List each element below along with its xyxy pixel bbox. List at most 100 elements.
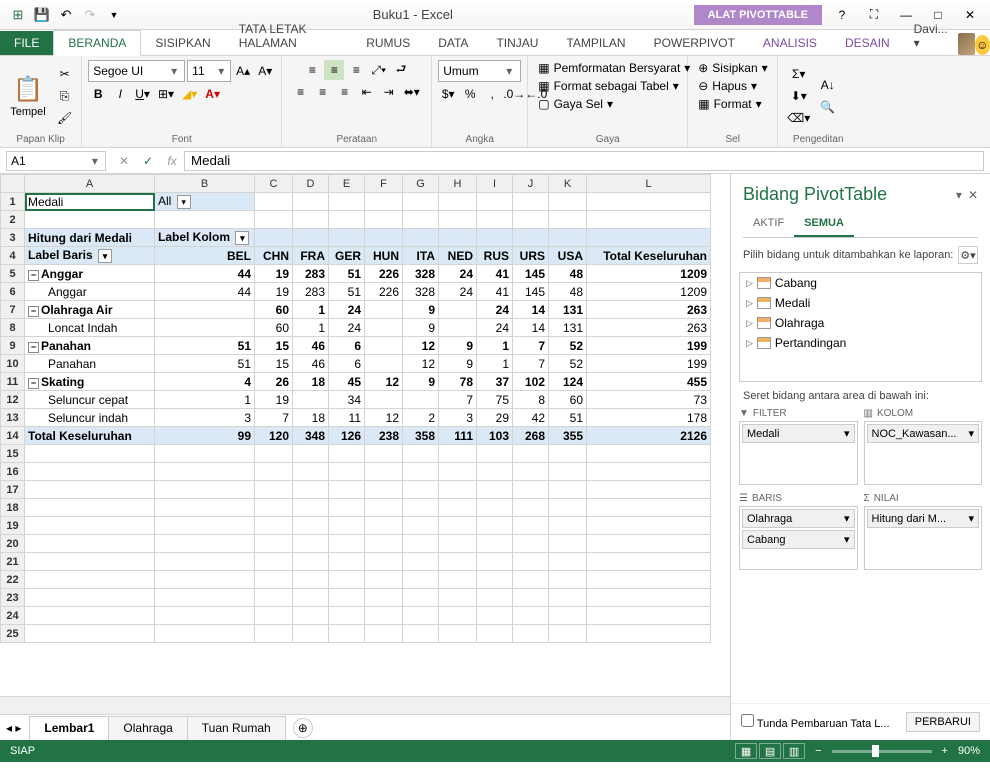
cell[interactable]: [549, 589, 587, 607]
cell[interactable]: [477, 211, 513, 229]
cell[interactable]: [477, 553, 513, 571]
format-cells-button[interactable]: ▦Format▾: [694, 96, 771, 112]
area-field-item[interactable]: Medali▾: [742, 424, 855, 443]
cell[interactable]: [365, 517, 403, 535]
row-header[interactable]: 18: [1, 499, 25, 517]
cell[interactable]: [403, 535, 439, 553]
cell[interactable]: 6: [329, 355, 365, 373]
cell[interactable]: [365, 229, 403, 247]
cell[interactable]: [513, 193, 549, 211]
cell[interactable]: −Olahraga Air: [25, 301, 155, 319]
cell[interactable]: [365, 355, 403, 373]
cell[interactable]: 1: [155, 391, 255, 409]
cell[interactable]: [25, 211, 155, 229]
cell[interactable]: [403, 229, 439, 247]
cell[interactable]: [587, 589, 711, 607]
cell[interactable]: [25, 535, 155, 553]
cell[interactable]: [155, 463, 255, 481]
cell[interactable]: 51: [329, 265, 365, 283]
cell[interactable]: FRA: [293, 247, 329, 265]
redo-icon[interactable]: ↷: [80, 5, 100, 25]
cell[interactable]: [439, 607, 477, 625]
cell[interactable]: [329, 481, 365, 499]
format-painter-icon[interactable]: 🖌: [54, 108, 75, 128]
cell[interactable]: [587, 445, 711, 463]
cell[interactable]: [549, 517, 587, 535]
pane-close-icon[interactable]: ✕: [968, 188, 978, 202]
cell[interactable]: [549, 607, 587, 625]
cell[interactable]: 78: [439, 373, 477, 391]
cell[interactable]: 7: [513, 337, 549, 355]
cell[interactable]: [439, 553, 477, 571]
cell[interactable]: [587, 229, 711, 247]
cell[interactable]: 120: [255, 427, 293, 445]
cell[interactable]: [25, 625, 155, 643]
row-header[interactable]: 12: [1, 391, 25, 409]
cell[interactable]: [293, 445, 329, 463]
cell[interactable]: [255, 229, 293, 247]
cell[interactable]: 126: [329, 427, 365, 445]
cell[interactable]: 24: [477, 301, 513, 319]
help-icon[interactable]: ?: [830, 5, 854, 25]
cell[interactable]: [255, 481, 293, 499]
cell[interactable]: [549, 445, 587, 463]
cell[interactable]: [439, 301, 477, 319]
cell[interactable]: [587, 193, 711, 211]
field-item[interactable]: ▷Medali: [740, 293, 981, 313]
font-color-button[interactable]: A▾: [202, 84, 223, 104]
cell[interactable]: [439, 625, 477, 643]
cell[interactable]: 348: [293, 427, 329, 445]
cell[interactable]: [25, 463, 155, 481]
col-header[interactable]: C: [255, 175, 293, 193]
cell[interactable]: −Anggar: [25, 265, 155, 283]
cell[interactable]: [477, 517, 513, 535]
cell[interactable]: 19: [255, 265, 293, 283]
cell[interactable]: 263: [587, 301, 711, 319]
cell[interactable]: 178: [587, 409, 711, 427]
cell[interactable]: [513, 499, 549, 517]
cell[interactable]: 46: [293, 355, 329, 373]
cell[interactable]: 45: [329, 373, 365, 391]
cell[interactable]: [513, 517, 549, 535]
cell[interactable]: [439, 589, 477, 607]
cell[interactable]: [255, 607, 293, 625]
row-header[interactable]: 5: [1, 265, 25, 283]
user-name[interactable]: Davi... ▾: [904, 17, 958, 55]
cell[interactable]: 51: [329, 283, 365, 301]
cell[interactable]: Total Keseluruhan: [25, 427, 155, 445]
cell[interactable]: ITA: [403, 247, 439, 265]
col-header[interactable]: B: [155, 175, 255, 193]
cell[interactable]: [255, 499, 293, 517]
cell[interactable]: 3: [155, 409, 255, 427]
field-item[interactable]: ▷Olahraga: [740, 313, 981, 333]
sheet-tab[interactable]: Tuan Rumah: [187, 716, 286, 740]
field-list[interactable]: ▷Cabang▷Medali▷Olahraga▷Pertandingan: [739, 272, 982, 382]
cell[interactable]: 52: [549, 337, 587, 355]
cell[interactable]: 1: [293, 319, 329, 337]
align-right-icon[interactable]: ≡: [335, 82, 355, 102]
row-header[interactable]: 13: [1, 409, 25, 427]
cell[interactable]: [293, 499, 329, 517]
row-header[interactable]: 24: [1, 607, 25, 625]
row-header[interactable]: 25: [1, 625, 25, 643]
zoom-level[interactable]: 90%: [958, 745, 980, 757]
cell[interactable]: [329, 625, 365, 643]
cell[interactable]: 1: [477, 337, 513, 355]
cell[interactable]: [549, 571, 587, 589]
expand-icon[interactable]: ▷: [746, 278, 753, 289]
cell[interactable]: 42: [513, 409, 549, 427]
row-header[interactable]: 19: [1, 517, 25, 535]
cell[interactable]: [513, 229, 549, 247]
row-header[interactable]: 6: [1, 283, 25, 301]
cell[interactable]: [587, 535, 711, 553]
cell[interactable]: 131: [549, 319, 587, 337]
cell[interactable]: 51: [155, 355, 255, 373]
area-field-item[interactable]: NOC_Kawasan...▾: [867, 424, 980, 443]
field-item[interactable]: ▷Pertandingan: [740, 333, 981, 353]
cell[interactable]: 18: [293, 373, 329, 391]
cell[interactable]: [155, 517, 255, 535]
page-layout-icon[interactable]: ▤: [759, 743, 781, 759]
cell[interactable]: BEL: [155, 247, 255, 265]
cell[interactable]: [587, 211, 711, 229]
cell[interactable]: [549, 553, 587, 571]
